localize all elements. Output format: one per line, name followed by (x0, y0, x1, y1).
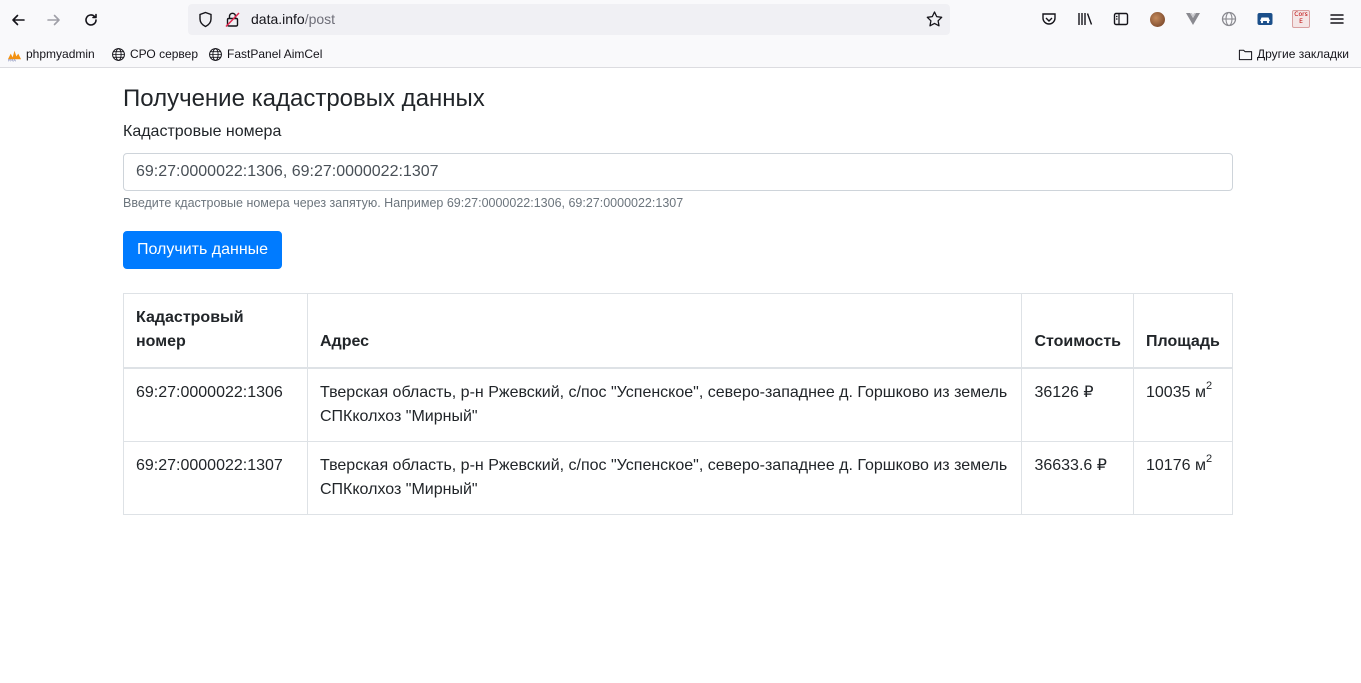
input-help-text: Введите кдастровые номера через запятую.… (123, 196, 684, 210)
page-content: Получение кадастровых данных Кадастровые… (0, 68, 1361, 683)
car-extension-icon (1257, 13, 1273, 25)
globe-extension-icon (1221, 11, 1237, 27)
cell-area: 10176 м2 (1133, 441, 1233, 515)
table-row: 69:27:0000022:1306 Тверская область, р-н… (123, 367, 1233, 442)
hamburger-menu-icon (1330, 14, 1344, 24)
folder-icon (1238, 49, 1253, 60)
url-path: /post (304, 11, 336, 27)
header-area: Площадь (1133, 293, 1233, 369)
area-unit-superscript: 2 (1205, 452, 1213, 465)
cell-cadastral-number: 69:27:0000022:1307 (123, 441, 308, 515)
back-arrow-icon (12, 14, 25, 26)
sidebar-icon (1113, 12, 1129, 26)
reload-icon (85, 13, 97, 26)
account-button[interactable] (1147, 9, 1167, 29)
bookmarks-bar: PMA phpmyadmin СРО сервер FastPanel AimC… (0, 40, 1361, 68)
extension-globe-button[interactable] (1219, 9, 1239, 29)
bookmark-phpmyadmin[interactable]: PMA phpmyadmin (7, 45, 95, 63)
cell-cadastral-number: 69:27:0000022:1306 (123, 367, 308, 442)
extension-vue-button[interactable] (1183, 9, 1203, 29)
table-row: 69:27:0000022:1307 Тверская область, р-н… (123, 441, 1233, 515)
bookmark-label: FastPanel AimCel (227, 47, 323, 61)
header-cadastral-number: Кадастровый номер (123, 293, 308, 369)
forward-arrow-icon (47, 14, 60, 26)
pocket-icon (1042, 13, 1056, 25)
cell-cost: 36633.6 ₽ (1021, 441, 1134, 515)
bookmark-label: СРО сервер (130, 47, 199, 61)
cell-address: Тверская область, р-н Ржевский, с/пос "У… (306, 367, 1023, 442)
back-button[interactable] (6, 8, 30, 32)
globe-icon (209, 47, 222, 61)
cell-address: Тверская область, р-н Ржевский, с/пос "У… (306, 441, 1023, 515)
area-unit-superscript: 2 (1205, 379, 1213, 392)
sidebar-button[interactable] (1111, 9, 1131, 29)
area-value: 10176 м (1146, 457, 1206, 474)
extension-car-button[interactable] (1255, 9, 1275, 29)
reload-button[interactable] (79, 8, 103, 32)
forward-button[interactable] (42, 8, 66, 32)
bookmark-star-icon[interactable] (925, 10, 944, 29)
account-avatar-icon (1149, 11, 1165, 27)
bookmark-fastpanel[interactable]: FastPanel AimCel (208, 45, 322, 63)
library-icon (1078, 13, 1093, 25)
library-button[interactable] (1075, 9, 1095, 29)
url-host: data.info (251, 11, 305, 27)
cadastral-numbers-label: Кадастровые номера (123, 123, 282, 140)
cadastral-numbers-input[interactable] (123, 153, 1233, 191)
header-address: Адрес (306, 293, 1023, 369)
url-text[interactable]: data.info/post (251, 11, 335, 27)
svg-text:PMA: PMA (8, 58, 16, 61)
browser-toolbar: data.info/post Cors E (0, 0, 1361, 40)
page-title: Получение кадастровых данных (123, 85, 485, 112)
header-cost: Стоимость (1021, 293, 1134, 369)
results-table: Кадастровый номер Адрес Стоимость Площад… (123, 293, 1233, 515)
extension-cors-button[interactable]: Cors E (1291, 9, 1311, 29)
get-data-button[interactable]: Получить данные (123, 231, 283, 269)
cell-cost: 36126 ₽ (1021, 367, 1134, 442)
bookmark-label: phpmyadmin (26, 47, 95, 61)
phpmyadmin-icon: PMA (7, 50, 22, 62)
cell-area: 10035 м2 (1133, 367, 1233, 442)
tracking-shield-icon[interactable] (197, 11, 214, 28)
vue-devtools-icon (1186, 13, 1200, 25)
bookmark-sro-server[interactable]: СРО сервер (111, 45, 198, 63)
insecure-lock-icon[interactable] (224, 11, 241, 28)
area-value: 10035 м (1146, 384, 1206, 401)
other-bookmarks-label: Другие закладки (1257, 47, 1349, 61)
address-bar[interactable]: data.info/post (188, 4, 950, 35)
globe-icon (112, 47, 125, 61)
menu-button[interactable] (1327, 9, 1347, 29)
pocket-button[interactable] (1039, 9, 1059, 29)
cors-extension-icon: Cors E (1292, 10, 1310, 28)
table-header: Кадастровый номер Адрес Стоимость Площад… (123, 293, 1233, 369)
other-bookmarks-folder[interactable]: Другие закладки (1238, 45, 1349, 63)
